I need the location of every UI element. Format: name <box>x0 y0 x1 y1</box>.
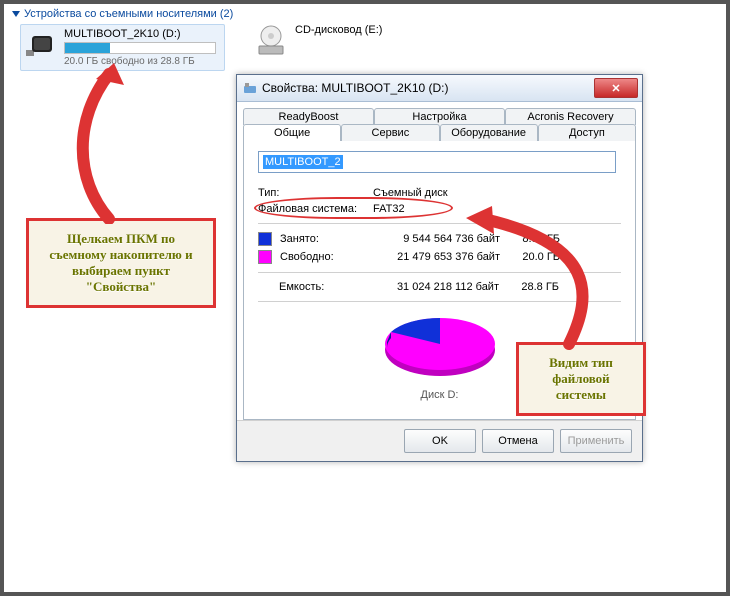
tab-readyboost[interactable]: ReadyBoost <box>243 108 374 125</box>
drive-icon <box>243 81 257 95</box>
usage-pie-chart <box>365 310 515 385</box>
divider <box>258 272 621 273</box>
tab-general[interactable]: Общие <box>243 124 341 141</box>
volume-name-input[interactable]: MULTIBOOT_2 <box>258 151 616 173</box>
type-label: Тип: <box>258 187 373 199</box>
apply-button[interactable]: Применить <box>560 429 632 453</box>
close-icon: ✕ <box>611 82 620 95</box>
callout-right: Видим тип файловой системы <box>516 342 646 416</box>
type-value: Съемный диск <box>373 187 621 199</box>
close-button[interactable]: ✕ <box>594 78 638 98</box>
volume-name-value: MULTIBOOT_2 <box>263 155 343 169</box>
annotation-arrow-left <box>54 59 174 224</box>
collapse-icon <box>12 11 20 17</box>
capacity-bar <box>64 42 216 54</box>
used-gb: 8.88 ГБ <box>500 233 560 245</box>
filesystem-label: Файловая система: <box>258 203 373 215</box>
titlebar[interactable]: Свойства: MULTIBOOT_2K10 (D:) ✕ <box>237 75 642 102</box>
section-title: Устройства со съемными носителями (2) <box>24 8 233 20</box>
section-header[interactable]: Устройства со съемными носителями (2) <box>4 4 726 22</box>
divider <box>258 301 621 302</box>
used-label: Занято: <box>280 233 360 245</box>
device-usb[interactable]: MULTIBOOT_2K10 (D:) 20.0 ГБ свободно из … <box>20 24 225 71</box>
device-cd[interactable]: CD-дисковод (E:) <box>255 24 382 71</box>
free-gb: 20.0 ГБ <box>500 251 560 263</box>
cd-drive-icon <box>255 24 287 56</box>
tab-settings[interactable]: Настройка <box>374 108 505 125</box>
tab-acronis[interactable]: Acronis Recovery <box>505 108 636 125</box>
used-swatch <box>258 232 272 246</box>
used-bytes: 9 544 564 736 байт <box>360 233 500 245</box>
tab-sharing[interactable]: Доступ <box>538 124 636 141</box>
cancel-button[interactable]: Отмена <box>482 429 554 453</box>
tab-tools[interactable]: Сервис <box>341 124 439 141</box>
usb-drive-icon <box>24 28 56 60</box>
tab-hardware[interactable]: Оборудование <box>440 124 538 141</box>
divider <box>258 223 621 224</box>
device-cd-name: CD-дисковод (E:) <box>295 24 382 36</box>
free-label: Свободно: <box>280 251 360 263</box>
device-usb-free: 20.0 ГБ свободно из 28.8 ГБ <box>64 56 216 67</box>
capacity-label: Емкость: <box>279 281 359 293</box>
callout-left: Щелкаем ПКМ по съемному накопителю и выб… <box>26 218 216 308</box>
capacity-gb: 28.8 ГБ <box>499 281 559 293</box>
ok-button[interactable]: OK <box>404 429 476 453</box>
capacity-bytes: 31 024 218 112 байт <box>359 281 499 293</box>
device-usb-name: MULTIBOOT_2K10 (D:) <box>64 28 216 40</box>
dialog-title: Свойства: MULTIBOOT_2K10 (D:) <box>262 81 594 95</box>
filesystem-value: FAT32 <box>373 203 621 215</box>
free-bytes: 21 479 653 376 байт <box>360 251 500 263</box>
free-swatch <box>258 250 272 264</box>
